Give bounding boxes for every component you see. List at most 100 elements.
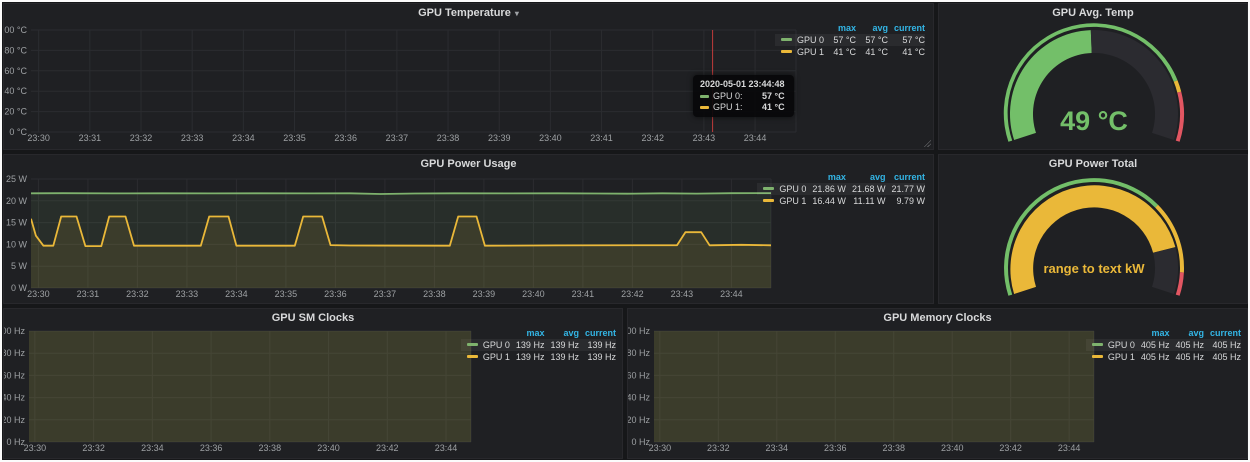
legend-avg-value: 21.68 W	[846, 183, 886, 195]
svg-text:15 W: 15 W	[6, 218, 28, 228]
panel-title-text: GPU Power Total	[1049, 158, 1137, 170]
legend-max-value: 21.86 W	[806, 183, 846, 195]
svg-text:60 Hz: 60 Hz	[4, 370, 25, 380]
legend-gpu-sm-clocks: max avg current GPU 0 139 Hz 139 Hz 139 …	[461, 328, 616, 363]
legend-series-gpu1[interactable]: GPU 1	[461, 351, 510, 363]
legend-header-max[interactable]: max	[510, 328, 545, 339]
legend-current-value: 139 Hz	[579, 351, 616, 363]
svg-text:40 °C: 40 °C	[4, 86, 27, 96]
legend-header-max[interactable]: max	[806, 172, 846, 183]
svg-text:23:36: 23:36	[200, 443, 223, 453]
svg-text:23:44: 23:44	[435, 443, 458, 453]
gpu-avg-temp-gauge: 49 °C	[939, 4, 1248, 150]
legend-header-max[interactable]: max	[824, 23, 856, 34]
axis-labels: 0 °C20 °C40 °C60 °C80 °C100 °C23:3023:31…	[4, 25, 766, 143]
legend-header-avg[interactable]: avg	[1169, 328, 1204, 339]
panel-title-gpu-power-total[interactable]: GPU Power Total	[939, 155, 1247, 173]
legend-max-value: 139 Hz	[510, 351, 545, 363]
svg-text:23:39: 23:39	[473, 289, 496, 299]
legend-series-gpu1[interactable]: GPU 1	[1086, 351, 1135, 363]
tooltip-row-gpu0: GPU 0: 57 °C	[700, 91, 785, 101]
svg-text:0 °C: 0 °C	[9, 127, 27, 137]
legend-series-gpu0[interactable]: GPU 0	[1086, 339, 1135, 351]
series-color-dash	[781, 50, 792, 53]
legend-series-gpu0[interactable]: GPU 0	[775, 34, 824, 46]
series-color-dash	[781, 38, 792, 41]
svg-text:23:34: 23:34	[232, 133, 255, 143]
series-color-dash	[467, 355, 478, 358]
svg-text:23:38: 23:38	[882, 443, 905, 453]
svg-text:23:34: 23:34	[766, 443, 789, 453]
series-color-dash	[763, 199, 774, 202]
legend-header-max[interactable]: max	[1135, 328, 1170, 339]
legend-header-current[interactable]: current	[579, 328, 616, 339]
legend-header-current[interactable]: current	[888, 23, 925, 34]
svg-text:23:38: 23:38	[259, 443, 282, 453]
legend-avg-value: 57 °C	[856, 34, 888, 46]
svg-text:23:43: 23:43	[693, 133, 716, 143]
graph-tooltip: 2020-05-01 23:44:48 GPU 0: 57 °C GPU 1: …	[693, 75, 794, 117]
legend-avg-value: 405 Hz	[1169, 339, 1204, 351]
panel-gpu-power-total: GPU Power Total range to text kW	[938, 154, 1248, 304]
panel-title-gpu-memory-clocks[interactable]: GPU Memory Clocks	[628, 309, 1247, 327]
svg-text:80 °C: 80 °C	[4, 45, 27, 55]
gpu-power-total-gauge: range to text kW	[939, 155, 1248, 304]
svg-text:23:41: 23:41	[590, 133, 613, 143]
legend-gpu-power-usage: max avg current GPU 0 21.86 W 21.68 W 21…	[757, 172, 925, 207]
svg-text:23:41: 23:41	[572, 289, 595, 299]
series-color-dash	[1092, 355, 1103, 358]
svg-text:23:34: 23:34	[141, 443, 164, 453]
svg-text:20 Hz: 20 Hz	[4, 415, 25, 425]
svg-text:23:32: 23:32	[126, 289, 149, 299]
panel-title-gpu-temperature[interactable]: GPU Temperature▾	[4, 4, 933, 22]
legend-header-avg[interactable]: avg	[846, 172, 886, 183]
panel-title-gpu-power-usage[interactable]: GPU Power Usage	[4, 155, 933, 173]
legend-header-avg[interactable]: avg	[544, 328, 579, 339]
panel-resize-handle[interactable]	[923, 139, 931, 147]
legend-row-gpu0: GPU 0 405 Hz 405 Hz 405 Hz	[1086, 339, 1241, 351]
legend-avg-value: 41 °C	[856, 46, 888, 58]
svg-text:40 Hz: 40 Hz	[628, 393, 650, 403]
svg-text:23:42: 23:42	[641, 133, 664, 143]
svg-text:60 °C: 60 °C	[4, 66, 27, 76]
legend-series-gpu0[interactable]: GPU 0	[461, 339, 510, 351]
svg-text:23:34: 23:34	[225, 289, 248, 299]
series-color-dash	[700, 106, 709, 109]
svg-text:60 Hz: 60 Hz	[628, 370, 650, 380]
panel-title-gpu-avg-temp[interactable]: GPU Avg. Temp	[939, 4, 1247, 22]
legend-header-avg[interactable]: avg	[856, 23, 888, 34]
panel-gpu-power-usage: GPU Power Usage 0 W5 W10 W15 W20 W25 W23…	[3, 154, 934, 304]
svg-text:100 Hz: 100 Hz	[4, 326, 25, 336]
svg-text:23:44: 23:44	[1058, 443, 1081, 453]
svg-text:23:36: 23:36	[334, 133, 357, 143]
legend-row-gpu1: GPU 1 405 Hz 405 Hz 405 Hz	[1086, 351, 1241, 363]
svg-text:23:30: 23:30	[27, 133, 50, 143]
dashboard: GPU Temperature▾ 0 °C 20 °C 40 °C 60 °C 80 °…	[2, 2, 1248, 460]
svg-text:23:30: 23:30	[24, 443, 47, 453]
legend-gpu-temperature: max avg current GPU 0 57 °C 57 °C 57 °C …	[775, 23, 925, 58]
legend-gpu-memory-clocks: max avg current GPU 0 405 Hz 405 Hz 405 …	[1086, 328, 1241, 363]
svg-text:20 °C: 20 °C	[4, 107, 27, 117]
legend-series-gpu1[interactable]: GPU 1	[757, 195, 806, 207]
svg-text:100 °C: 100 °C	[4, 25, 27, 35]
legend-current-value: 405 Hz	[1204, 339, 1241, 351]
panel-gpu-temperature: GPU Temperature▾ 0 °C 20 °C 40 °C 60 °C 80 °…	[3, 3, 934, 150]
legend-header-row: max avg current	[757, 172, 925, 183]
legend-header-row: max avg current	[461, 328, 616, 339]
svg-text:23:42: 23:42	[376, 443, 399, 453]
legend-avg-value: 139 Hz	[544, 351, 579, 363]
panel-title-gpu-sm-clocks[interactable]: GPU SM Clocks	[4, 309, 622, 327]
svg-text:23:36: 23:36	[324, 289, 347, 299]
svg-text:80 Hz: 80 Hz	[628, 348, 650, 358]
svg-text:40 Hz: 40 Hz	[4, 393, 25, 403]
svg-text:0 W: 0 W	[11, 283, 28, 293]
gauge-value-text: range to text kW	[1043, 261, 1145, 276]
svg-text:23:43: 23:43	[671, 289, 694, 299]
legend-series-gpu1[interactable]: GPU 1	[775, 46, 824, 58]
legend-header-current[interactable]: current	[1204, 328, 1241, 339]
legend-row-gpu1: GPU 1 16.44 W 11.11 W 9.79 W	[757, 195, 925, 207]
series-color-dash	[467, 343, 478, 346]
svg-text:100 Hz: 100 Hz	[628, 326, 650, 336]
legend-series-gpu0[interactable]: GPU 0	[757, 183, 806, 195]
legend-header-current[interactable]: current	[885, 172, 925, 183]
